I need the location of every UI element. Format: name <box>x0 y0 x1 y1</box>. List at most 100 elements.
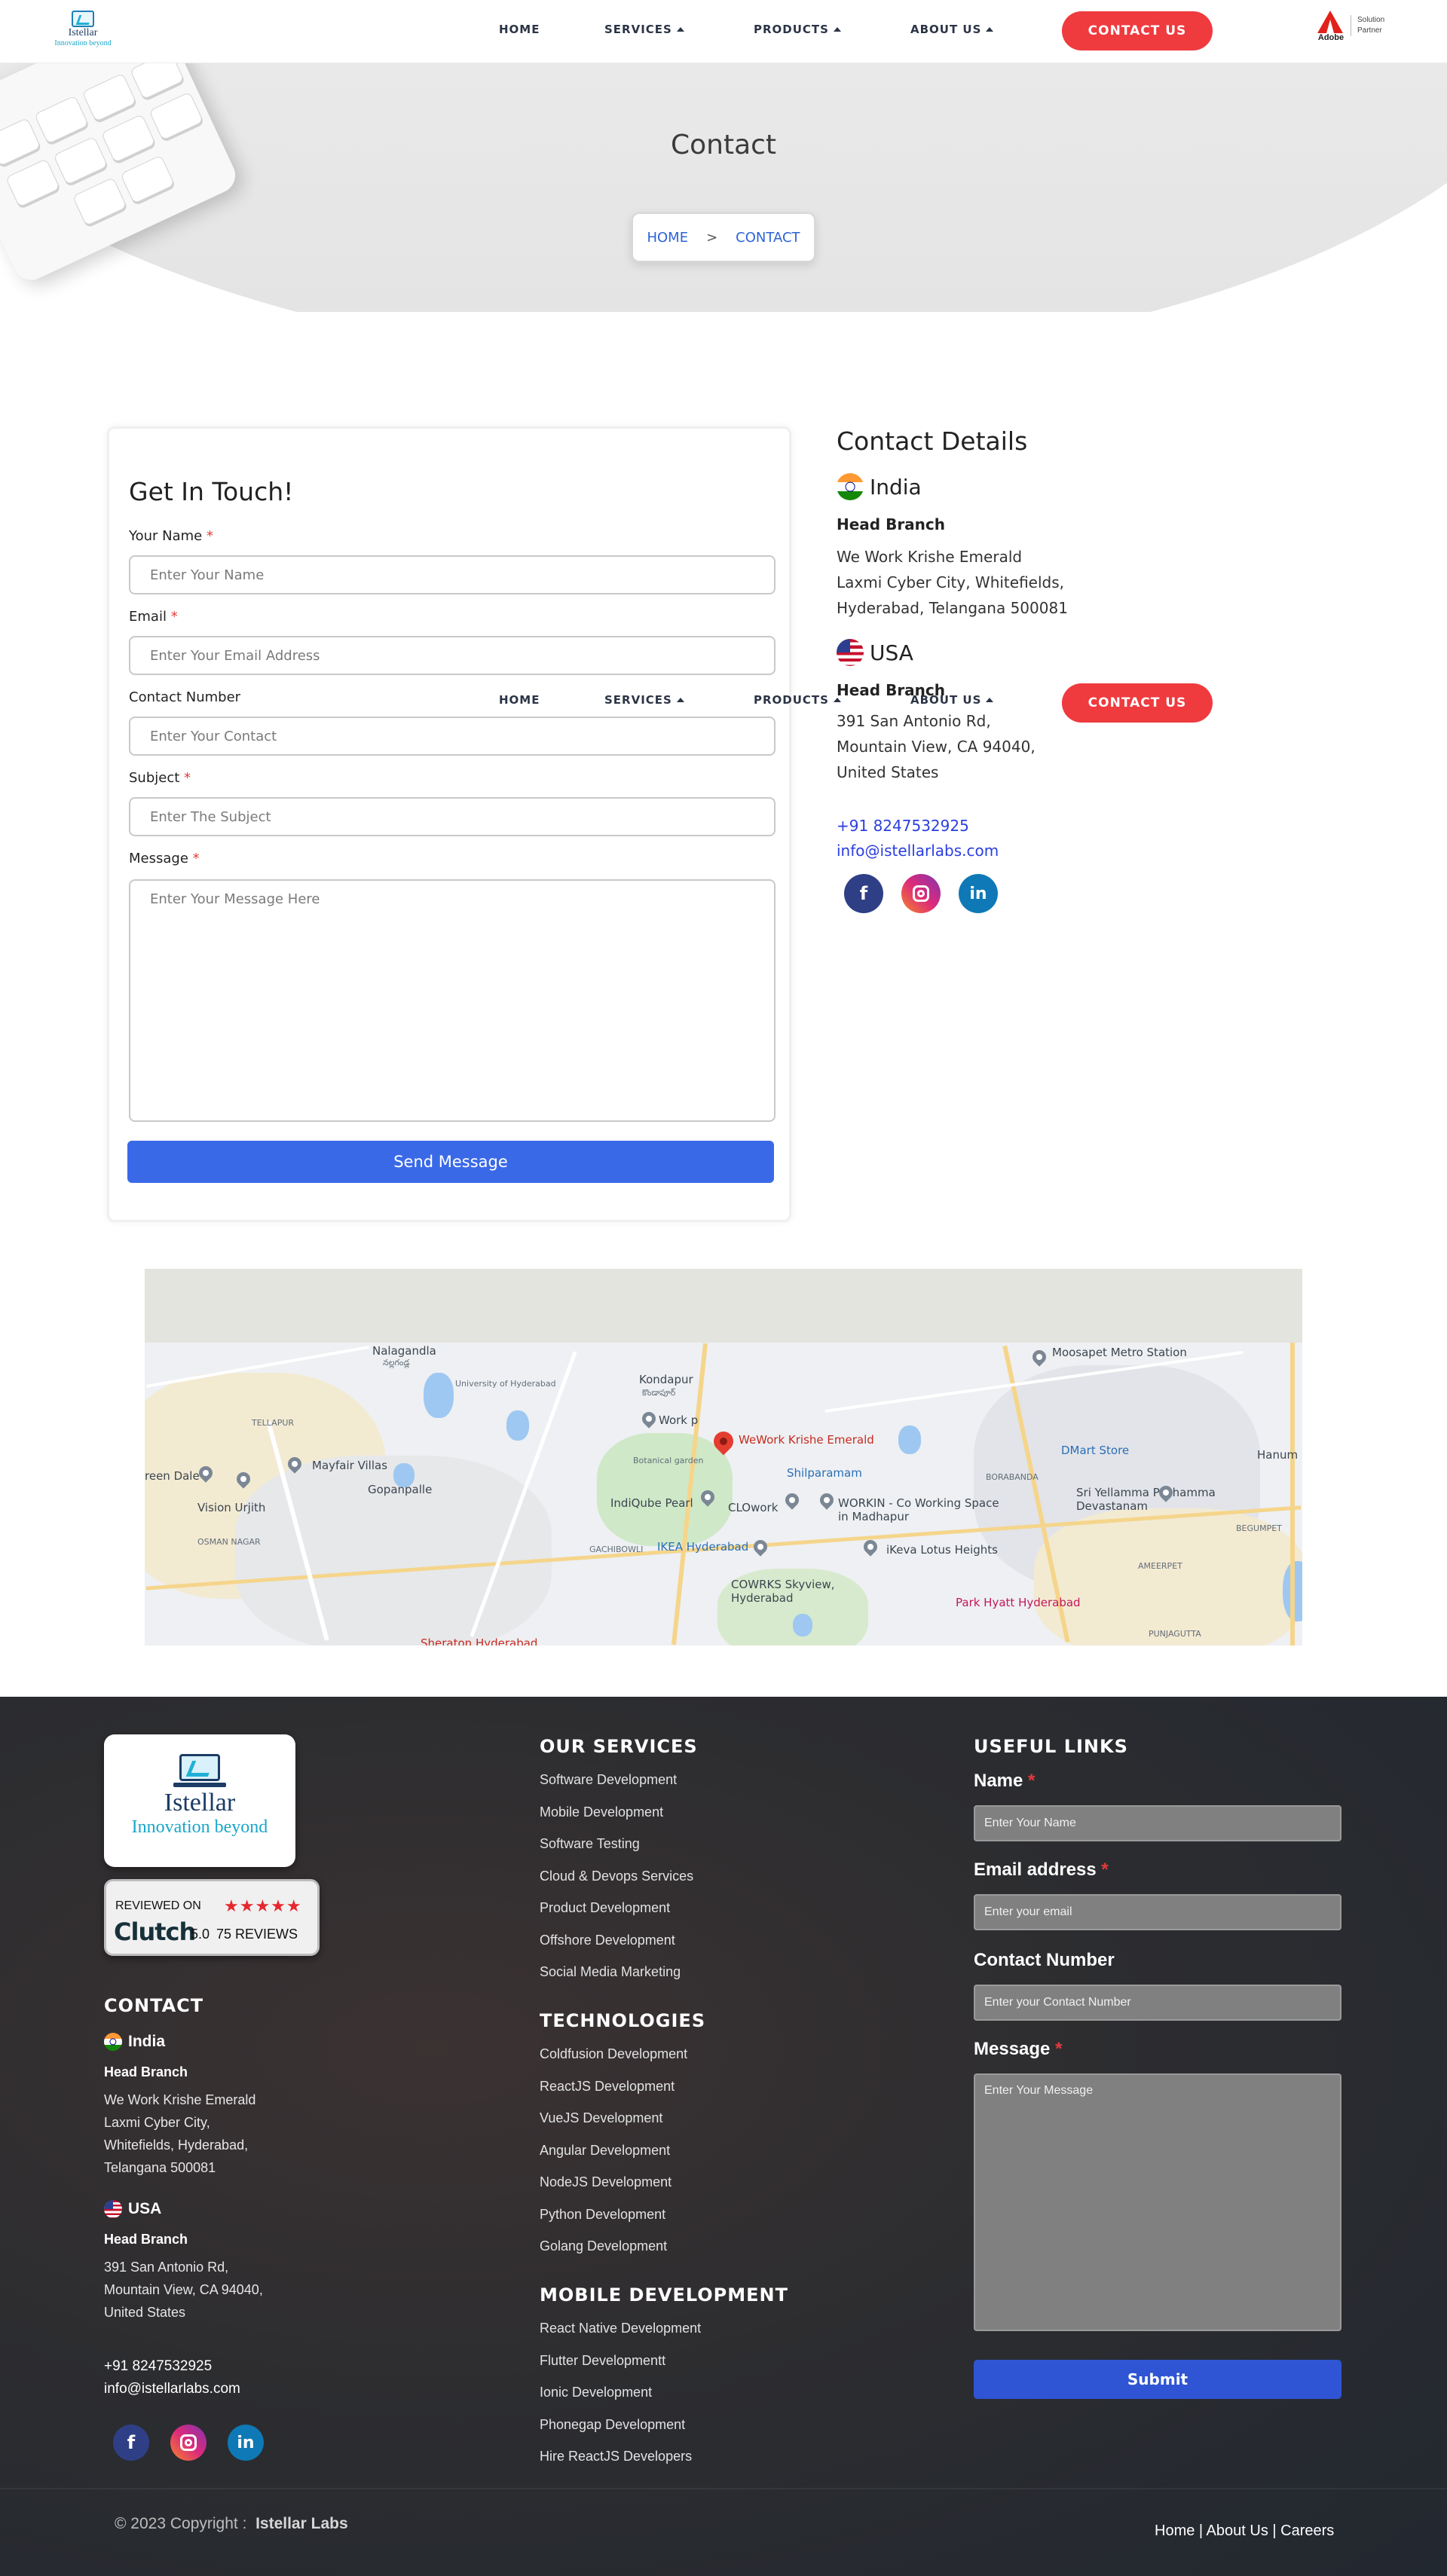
send-message-button[interactable]: Send Message <box>127 1141 774 1183</box>
sticky-nav-about[interactable]: ABOUT US <box>910 693 994 707</box>
india-flag-icon <box>104 2033 122 2051</box>
map-label-moosapet: Moosapet Metro Station <box>1052 1346 1187 1359</box>
footer-message-textarea[interactable] <box>974 2073 1341 2331</box>
email-link[interactable]: info@istellarlabs.com <box>837 842 999 860</box>
caret-up-icon <box>676 27 684 32</box>
clutch-review-badge[interactable]: REVIEWED ON ★★★★★ Clutch 5.0 75 REVIEWS <box>104 1879 320 1956</box>
footer-link-item[interactable]: Software Development <box>540 1772 677 1788</box>
top-navbar: Istellar Innovation beyond HOME SERVICES… <box>0 0 1447 63</box>
footer-link-item[interactable]: Product Development <box>540 1900 670 1916</box>
footer-message-label: Message * <box>974 2039 1063 2059</box>
footer-link-item[interactable]: Offshore Development <box>540 1933 675 1948</box>
facebook-icon[interactable]: f <box>113 2425 149 2461</box>
footer-name-label: Name * <box>974 1771 1036 1791</box>
footer-email-input[interactable] <box>974 1894 1341 1930</box>
subject-input[interactable] <box>129 797 776 836</box>
instagram-icon[interactable] <box>170 2425 206 2461</box>
footer-logo-tagline: Innovation beyond <box>131 1817 268 1837</box>
form-title: Get In Touch! <box>129 477 294 506</box>
adobe-word: Adobe <box>1317 33 1345 42</box>
map-pin-icon[interactable] <box>861 1537 880 1557</box>
footer-link-item[interactable]: VueJS Development <box>540 2110 662 2126</box>
map-pin-icon[interactable] <box>817 1490 837 1510</box>
location-map[interactable]: Nalagandla నల్లగండ్ల University of Hyder… <box>145 1269 1302 1646</box>
footer-link-item[interactable]: React Native Development <box>540 2321 701 2336</box>
contact-us-button[interactable]: CONTACT US <box>1062 11 1213 50</box>
footer-name-input[interactable] <box>974 1805 1341 1841</box>
caret-up-icon <box>833 698 841 702</box>
logo-monitor-icon <box>173 1754 226 1789</box>
breadcrumb-current: CONTACT <box>736 229 800 246</box>
country-usa: USA <box>837 639 913 666</box>
footer-link-item[interactable]: Mobile Development <box>540 1804 663 1820</box>
map-pin-icon[interactable] <box>639 1409 659 1429</box>
contact-form-card: Get In Touch! Your Name * Email * Contac… <box>107 426 791 1222</box>
footer-link-item[interactable]: Social Media Marketing <box>540 1964 681 1980</box>
copyright-brand-link[interactable]: Istellar Labs <box>255 2515 348 2532</box>
footer-phone-link[interactable]: +91 8247532925 <box>104 2358 212 2375</box>
instagram-icon[interactable] <box>901 874 941 913</box>
sticky-nav-services-label: SERVICES <box>604 693 672 707</box>
map-label-nalagandla: Nalagandla <box>372 1344 436 1358</box>
linkedin-icon[interactable]: in <box>228 2425 264 2461</box>
footer-link-item[interactable]: Software Testing <box>540 1836 640 1852</box>
footer-link-item[interactable]: Angular Development <box>540 2143 670 2159</box>
footer-link-item[interactable]: Phonegap Development <box>540 2417 685 2433</box>
sticky-navbar-overlay: HOME SERVICES PRODUCTS ABOUT US CONTACT … <box>0 672 1447 735</box>
email-label: Email * <box>129 609 178 625</box>
caret-up-icon <box>986 698 994 702</box>
name-input[interactable] <box>129 555 776 594</box>
footer-bottom-links[interactable]: Home | About Us | Careers <box>1155 2523 1334 2540</box>
footer-link-item[interactable]: Hire ReactJS Developers <box>540 2449 692 2464</box>
page-hero: Contact <box>0 63 1447 312</box>
footer-link-item[interactable]: ReactJS Development <box>540 2079 675 2095</box>
footer-usa-branch: Head Branch <box>104 2232 188 2247</box>
footer-link-item[interactable]: Ionic Development <box>540 2385 652 2400</box>
india-label: India <box>870 474 922 500</box>
adobe-partner-badge[interactable]: Adobe Solution Partner <box>1317 11 1400 48</box>
footer-email-label: Email address * <box>974 1859 1109 1880</box>
footer-divider <box>0 2488 1447 2489</box>
map-pin-icon[interactable] <box>1029 1347 1049 1367</box>
footer-contact-input[interactable] <box>974 1985 1341 2021</box>
footer-submit-button[interactable]: Submit <box>974 2360 1341 2399</box>
footer-link-item[interactable]: Coldfusion Development <box>540 2046 687 2062</box>
footer-link-item[interactable]: Python Development <box>540 2207 665 2223</box>
clutch-wordmark: Clutch <box>114 1917 196 1946</box>
footer-link-item[interactable]: Cloud & Devops Services <box>540 1869 693 1884</box>
sticky-nav-products-label: PRODUCTS <box>754 693 829 707</box>
footer-email-link[interactable]: info@istellarlabs.com <box>104 2381 240 2397</box>
footer-india-address: We Work Krishe Emerald Laxmi Cyber City,… <box>104 2092 256 2175</box>
technologies-title: TECHNOLOGIES <box>540 2010 706 2031</box>
linkedin-icon[interactable]: in <box>959 874 998 913</box>
caret-up-icon <box>676 698 684 702</box>
nav-home-label: HOME <box>499 23 540 36</box>
map-pin-icon[interactable] <box>782 1490 802 1510</box>
nav-products[interactable]: PRODUCTS <box>754 23 841 36</box>
phone-link[interactable]: +91 8247532925 <box>837 817 969 835</box>
map-pin-icon[interactable] <box>751 1537 770 1557</box>
india-flag-icon <box>837 473 864 500</box>
footer-link-item[interactable]: Flutter Developmentt <box>540 2353 665 2369</box>
footer-logo[interactable]: Istellar Innovation beyond <box>104 1734 295 1867</box>
nav-about[interactable]: ABOUT US <box>910 23 994 36</box>
usa-flag-icon <box>104 2200 122 2218</box>
footer-link-item[interactable]: Golang Development <box>540 2238 667 2254</box>
map-body[interactable]: Nalagandla నల్లగండ్ల University of Hyder… <box>145 1343 1302 1646</box>
contact-details-title: Contact Details <box>837 426 1028 456</box>
footer-link-item[interactable]: NodeJS Development <box>540 2174 671 2190</box>
sticky-nav-services[interactable]: SERVICES <box>604 693 684 707</box>
breadcrumb-home-link[interactable]: HOME <box>647 230 688 246</box>
nav-services[interactable]: SERVICES <box>604 23 684 36</box>
nav-home[interactable]: HOME <box>499 23 540 36</box>
sticky-nav-about-label: ABOUT US <box>910 693 982 707</box>
message-textarea[interactable] <box>129 879 776 1122</box>
facebook-icon[interactable]: f <box>844 874 883 913</box>
sticky-nav-home[interactable]: HOME <box>499 693 540 707</box>
map-label-kondapur: Kondapur <box>639 1373 693 1386</box>
sticky-nav-products[interactable]: PRODUCTS <box>754 693 841 707</box>
sticky-contact-us-button[interactable]: CONTACT US <box>1062 683 1213 723</box>
five-star-rating-icon: ★★★★★ <box>224 1896 302 1915</box>
useful-links-title: USEFUL LINKS <box>974 1736 1128 1757</box>
email-input[interactable] <box>129 636 776 675</box>
